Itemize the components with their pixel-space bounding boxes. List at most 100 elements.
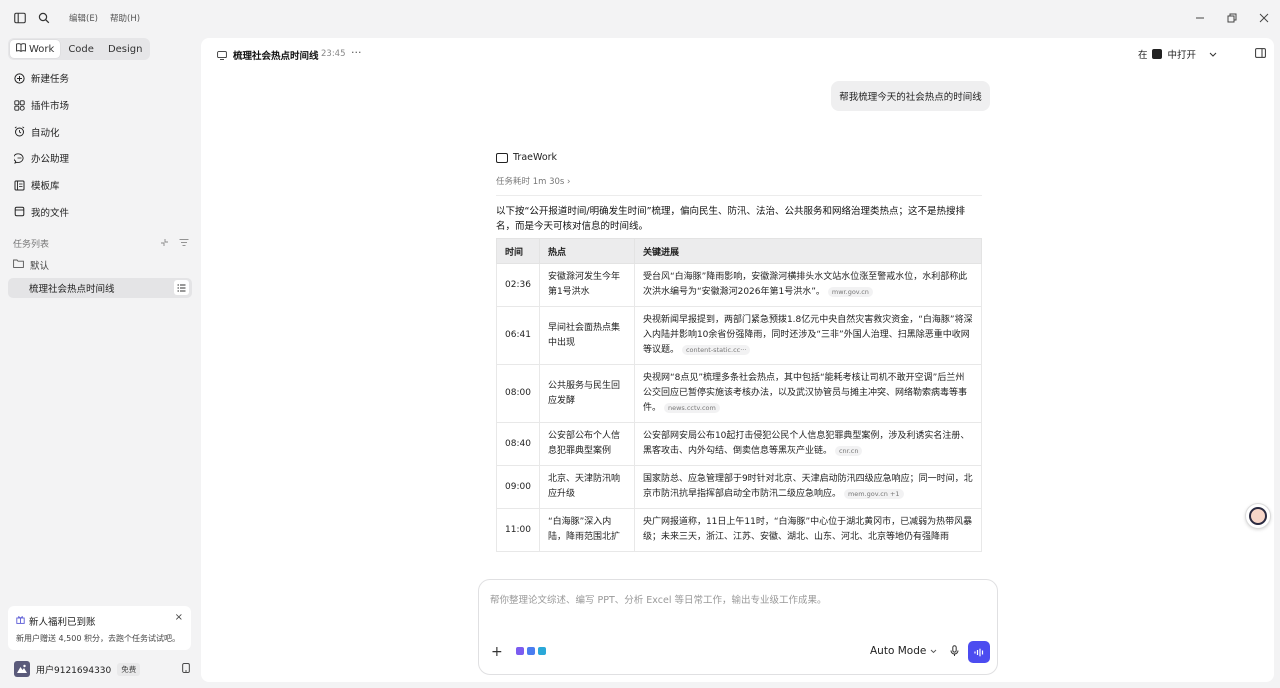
row-detail-cell: 公安部网安局公布10起打击侵犯公民个人信息犯罪典型案例，涉及利诱实名注册、黑客攻…: [633, 422, 983, 466]
chevron-down-icon: [930, 645, 937, 657]
task-item-active[interactable]: 梳理社会热点时间线: [8, 278, 192, 298]
minimize-button[interactable]: [1184, 0, 1216, 36]
image-tool-icon[interactable]: [527, 647, 535, 655]
open-in-prefix: 在: [1137, 50, 1148, 61]
source-badge[interactable]: mwr.gov.cn: [827, 287, 873, 297]
open-in-button[interactable]: 在 中打开: [1138, 47, 1217, 61]
user-name: 用户9121694330: [36, 665, 112, 676]
close-window-button[interactable]: [1248, 0, 1280, 36]
mode-dropdown[interactable]: Auto Mode: [870, 645, 937, 657]
user-profile[interactable]: 用户9121694330 免费: [14, 660, 190, 678]
sidebar-item-label: 办公助理: [31, 154, 70, 166]
sidebar-item-office-assistant[interactable]: 办公助理: [8, 145, 192, 172]
table-header-time: 时间: [496, 238, 540, 264]
panel-toggle-icon[interactable]: [1255, 47, 1266, 61]
row-detail-cell: 央视新闻早报提到，两部门紧急预拨1.8亿元中央自然灾害救灾资金，“白海豚”将深入…: [633, 306, 983, 365]
agent-logo-icon: [496, 152, 508, 163]
collapse-icon[interactable]: [160, 238, 169, 250]
book-icon: [16, 43, 26, 55]
plan-badge: 免费: [117, 662, 141, 676]
gift-icon: [16, 615, 25, 627]
table-header-topic: 热点: [538, 238, 635, 264]
task-duration[interactable]: 任务耗时 1m 30s ›: [496, 175, 982, 196]
message-composer[interactable]: 帮你整理论文综述、编写 PPT、分析 Excel 等日常工作，输出专业级工作成果…: [478, 579, 998, 675]
sidebar-item-automation[interactable]: 自动化: [8, 118, 192, 145]
task-list-icon[interactable]: [174, 280, 189, 295]
tool-icons[interactable]: [516, 647, 546, 655]
row-detail-cell: 受台风“白海豚”降雨影响，安徽滁河横排头水文站水位涨至警戒水位，水利部称此次洪水…: [633, 263, 983, 307]
sidebar-item-label: 新建任务: [31, 74, 70, 86]
new-task-icon: [14, 73, 25, 84]
chat-icon: [217, 49, 227, 63]
row-topic: 安徽滁河发生今年第1号洪水: [538, 263, 635, 307]
filter-icon[interactable]: [179, 238, 189, 250]
row-topic: “白海豚”深入内陆，降雨范围北扩: [538, 508, 635, 552]
tab-design[interactable]: Design: [102, 40, 149, 58]
tab-work[interactable]: Work: [10, 40, 61, 58]
file-icon: [14, 206, 25, 217]
assistant-avatar[interactable]: [1245, 503, 1271, 529]
page-title: 梳理社会热点时间线: [233, 51, 319, 62]
response-intro: 以下按“公开报道时间/明确发生时间”梳理，偏向民生、防汛、法治、公共服务和网络治…: [496, 206, 966, 232]
table-row: 06:41 早间社会面热点集中出现 央视新闻早报提到，两部门紧急预拨1.8亿元中…: [496, 306, 983, 365]
voice-send-button[interactable]: [968, 641, 990, 663]
folder-icon: [13, 259, 24, 271]
row-time: 08:00: [496, 364, 540, 423]
chat-header: 梳理社会热点时间线 23:45 ··· 在 中打开: [201, 38, 1274, 70]
source-badge[interactable]: content-static.cc···: [681, 345, 751, 355]
add-attachment-icon[interactable]: +: [491, 644, 503, 660]
restore-button[interactable]: [1216, 0, 1248, 36]
source-badge[interactable]: cnr.cn: [834, 446, 863, 456]
row-detail: 国家防总、应急管理部于9时针对北京、天津启动防汛四级应急响应；同一时间，北京市防…: [642, 474, 973, 499]
mode-tabs: Work Code Design: [8, 38, 151, 60]
sidebar-item-templates[interactable]: 模板库: [8, 172, 192, 199]
row-detail-cell: 国家防总、应急管理部于9时针对北京、天津启动防汛四级应急响应；同一时间，北京市防…: [633, 465, 983, 509]
promo-title: 新人福利已到账: [29, 617, 96, 628]
search-icon[interactable]: [37, 11, 51, 25]
sidebar-toggle-icon[interactable]: [13, 11, 27, 25]
row-detail-cell: 央广网报道称，11日上午11时，“白海豚”中心位于湖北黄冈市，已减弱为热带风暴级…: [633, 508, 983, 552]
design-tool-icon[interactable]: [538, 647, 546, 655]
row-topic: 公共服务与民生回应发酵: [538, 364, 635, 423]
close-icon[interactable]: ×: [175, 612, 183, 623]
avatar: [14, 661, 30, 677]
row-detail: 受台风“白海豚”降雨影响，安徽滁河横排头水文站水位涨至警戒水位，水利部称此次洪水…: [642, 272, 968, 297]
row-detail: 央广网报道称，11日上午11时，“白海豚”中心位于湖北黄冈市，已减弱为热带风暴级…: [642, 517, 973, 542]
mode-label: Auto Mode: [870, 645, 927, 657]
video-tool-icon[interactable]: [516, 647, 524, 655]
main-panel: 梳理社会热点时间线 23:45 ··· 在 中打开 帮我梳理今天的社会热点的时间…: [201, 38, 1274, 682]
timeline-table: 时间 热点 关键进展 02:36 安徽滁河发生今年第1号洪水 受台风“白海豚”降…: [496, 238, 983, 552]
microphone-icon[interactable]: [950, 645, 959, 660]
app-icon: [1152, 49, 1163, 59]
phone-icon[interactable]: [182, 662, 190, 676]
chevron-down-icon: [1209, 49, 1217, 60]
agent-response: TraeWork 任务耗时 1m 30s › 以下按“公开报道时间/明确发生时间…: [496, 152, 983, 552]
tab-work-label: Work: [29, 43, 55, 55]
sidebar-item-label: 我的文件: [31, 207, 70, 219]
agent-name: TraeWork: [513, 152, 558, 163]
plugin-icon: [14, 99, 25, 111]
sidebar-item-label: 自动化: [31, 127, 60, 139]
row-time: 11:00: [496, 508, 540, 552]
more-options-icon[interactable]: ···: [351, 46, 362, 59]
chat-bubble-icon: [14, 153, 25, 164]
folder-default[interactable]: 默认: [8, 256, 192, 274]
promo-card: 新人福利已到账 新用户赠送 4,500 积分，去跑个任务试试吧。 ×: [8, 606, 191, 650]
source-badge[interactable]: mem.gov.cn +1: [843, 489, 904, 499]
tab-code[interactable]: Code: [62, 40, 100, 58]
template-icon: [14, 180, 25, 191]
row-topic: 北京、天津防汛响应升级: [538, 465, 635, 509]
sidebar-item-my-files[interactable]: 我的文件: [8, 198, 192, 225]
tab-design-label: Design: [107, 43, 143, 55]
sidebar-item-new-task[interactable]: 新建任务: [8, 65, 192, 92]
composer-placeholder[interactable]: 帮你整理论文综述、编写 PPT、分析 Excel 等日常工作，输出专业级工作成果…: [490, 592, 827, 606]
sidebar-item-plugins[interactable]: 插件市场: [8, 92, 192, 119]
row-topic: 公安部公布个人信息犯罪典型案例: [538, 422, 635, 466]
task-list-header: 任务列表: [13, 237, 189, 250]
chevron-right-icon: ›: [567, 177, 571, 187]
menu-edit[interactable]: 编辑(E): [69, 12, 98, 24]
user-message: 帮我梳理今天的社会热点的时间线: [831, 81, 990, 111]
tab-code-label: Code: [68, 43, 94, 55]
menu-help[interactable]: 帮助(H): [110, 12, 140, 24]
source-badge[interactable]: news.cctv.com: [663, 403, 720, 413]
